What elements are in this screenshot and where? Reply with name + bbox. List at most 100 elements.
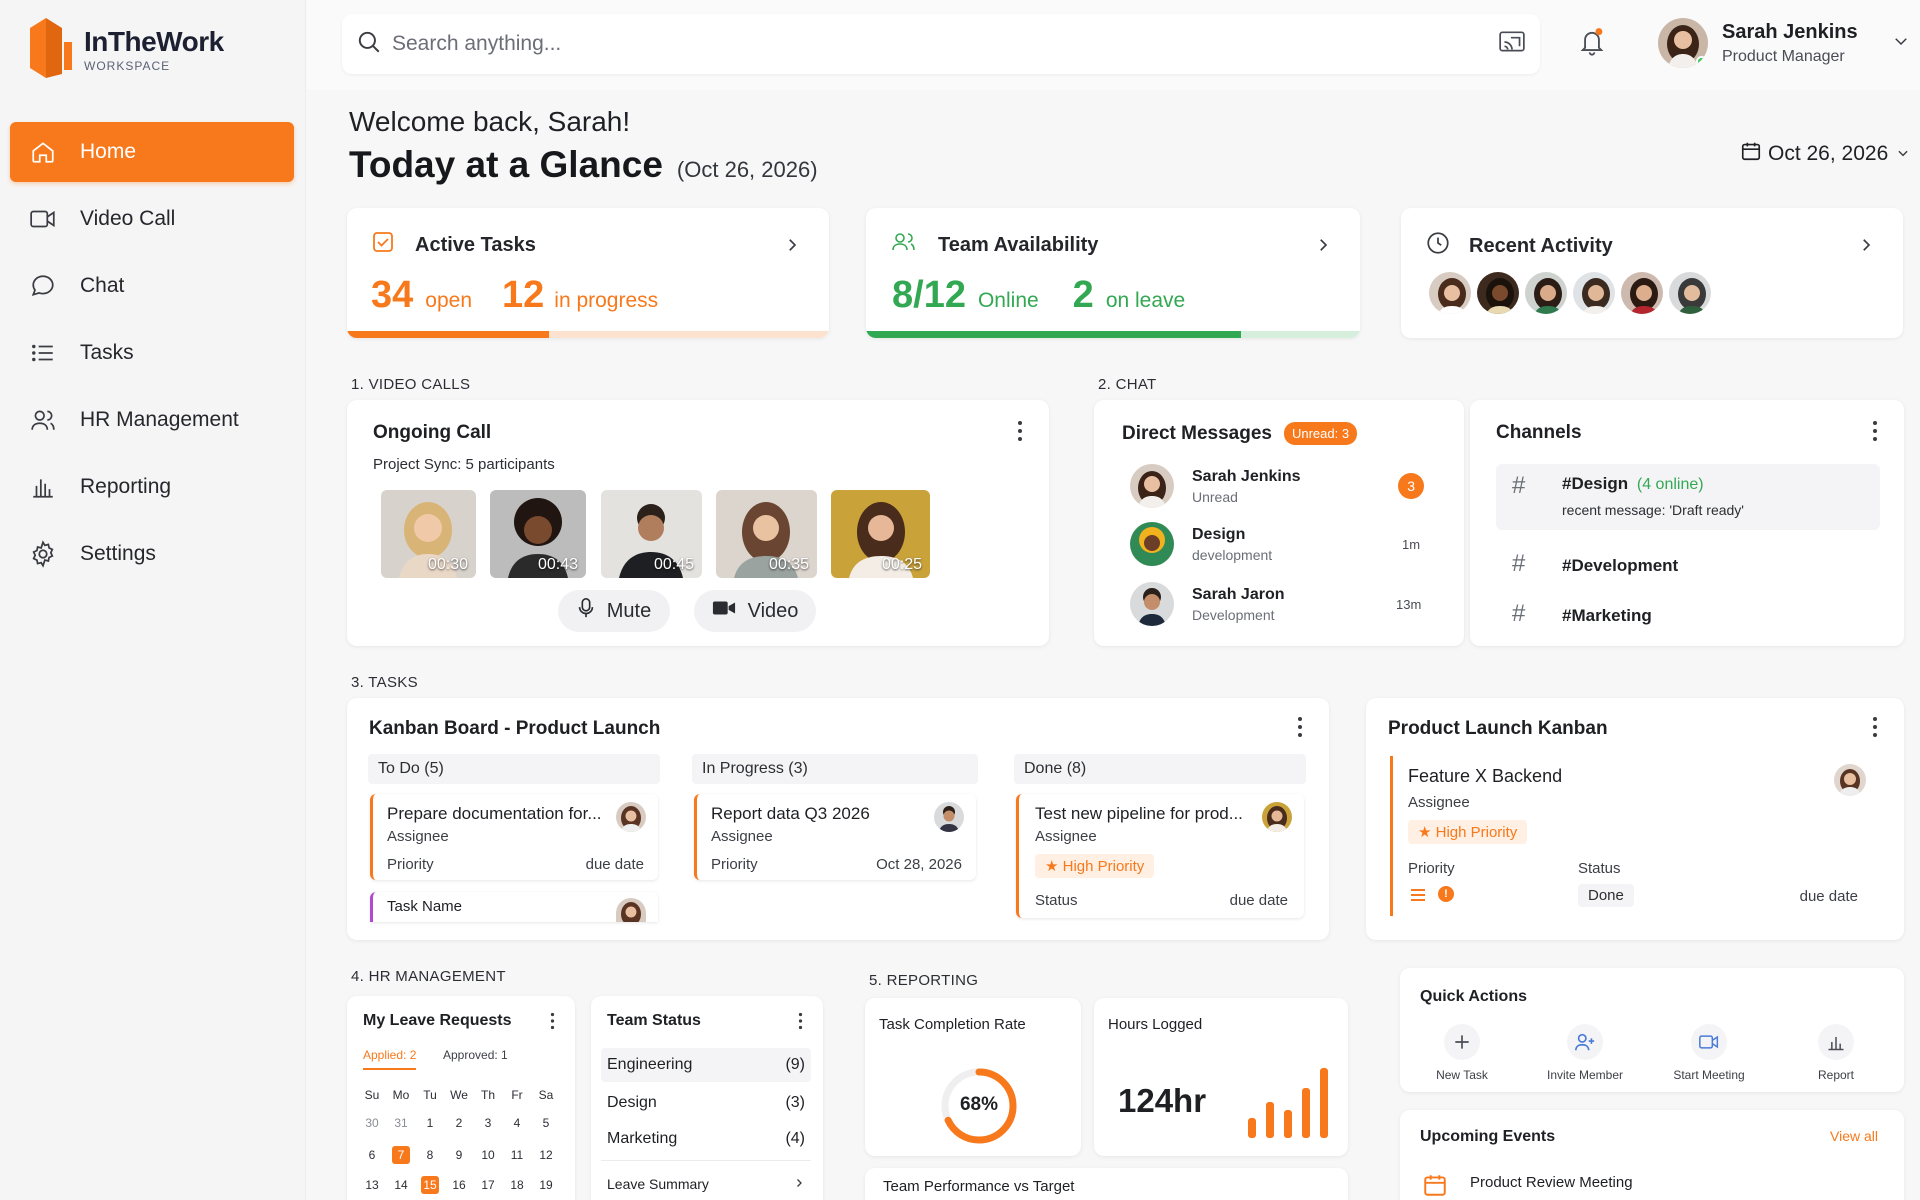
team-row[interactable]: Engineering (9) (607, 1056, 805, 1074)
activity-avatar[interactable] (1523, 270, 1569, 316)
start-meeting-button[interactable]: Start Meeting (1654, 1024, 1764, 1082)
participant-video[interactable]: 00:25 (831, 490, 930, 578)
calendar-day[interactable]: 2 (448, 1114, 470, 1132)
video-toggle-button[interactable]: Video (694, 590, 816, 632)
calendar-day[interactable]: 8 (419, 1146, 441, 1164)
participant-video[interactable]: 00:35 (716, 490, 817, 578)
channel-item-marketing[interactable]: # #Marketing (1496, 594, 1880, 638)
calendar-day[interactable]: 12 (535, 1146, 557, 1164)
nav-item-tasks[interactable]: Tasks (10, 323, 294, 383)
leave-summary-link[interactable]: Leave Summary (607, 1176, 805, 1192)
new-task-button[interactable]: New Task (1414, 1024, 1510, 1082)
task-card[interactable]: Report data Q3 2026 Assignee Priority Oc… (694, 794, 976, 880)
invite-member-button[interactable]: Invite Member (1530, 1024, 1640, 1082)
more-options-icon[interactable] (798, 1012, 803, 1035)
calendar-day[interactable]: 1 (419, 1114, 441, 1132)
task-card[interactable]: Test new pipeline for prod... Assignee ★… (1016, 794, 1304, 918)
tasks-progress-bar (347, 331, 829, 338)
event-title[interactable]: Product Review Meeting (1470, 1174, 1633, 1191)
search-input[interactable] (392, 32, 1292, 56)
top-bar: Sarah Jenkins Product Manager (306, 0, 1920, 90)
team-row[interactable]: Marketing (4) (607, 1130, 805, 1148)
calendar-day[interactable]: 7 (392, 1146, 410, 1164)
mute-label: Mute (606, 599, 652, 622)
microphone-icon (577, 597, 595, 625)
calendar-day[interactable]: 17 (477, 1176, 499, 1194)
report-button[interactable]: Report (1788, 1024, 1884, 1082)
notifications-button[interactable] (1572, 24, 1612, 64)
hours-bar (1248, 1118, 1256, 1138)
activity-avatar[interactable] (1427, 270, 1473, 316)
calendar-day[interactable]: 30 (361, 1114, 383, 1132)
more-options-icon[interactable] (1872, 420, 1878, 447)
completion-value: 68% (959, 1094, 999, 1115)
more-options-icon[interactable] (550, 1012, 555, 1035)
hours-logged-card[interactable]: Hours Logged 124hr (1094, 998, 1348, 1156)
activity-avatar[interactable] (1571, 270, 1617, 316)
app-logo[interactable]: InTheWork WORKSPACE (28, 16, 224, 82)
channel-item-design[interactable]: # #Design (4 online) recent message: 'Dr… (1496, 464, 1880, 530)
status-value[interactable]: Done (1578, 884, 1634, 907)
channel-name: #Development (1562, 556, 1679, 575)
calendar-day[interactable]: 10 (477, 1146, 499, 1164)
cast-screen-button[interactable] (1492, 24, 1532, 64)
calendar-day[interactable]: 14 (390, 1176, 412, 1194)
search-box[interactable] (342, 14, 1540, 74)
dm-row[interactable]: Sarah Jenkins Unread 3 (1130, 464, 1424, 508)
mute-button[interactable]: Mute (558, 590, 670, 632)
activity-avatar[interactable] (1619, 270, 1665, 316)
approved-tab[interactable]: Approved: 1 (443, 1048, 508, 1062)
channels-card: Channels # #Design (4 online) recent mes… (1470, 400, 1904, 646)
applied-tab[interactable]: Applied: 2 (363, 1048, 417, 1070)
calendar-day[interactable]: 4 (506, 1114, 528, 1132)
calendar-day[interactable]: 9 (448, 1146, 470, 1164)
nav-item-settings[interactable]: Settings (10, 524, 294, 584)
dm-name: Design (1192, 525, 1246, 543)
participant-video[interactable]: 00:43 (490, 490, 586, 578)
channel-item-development[interactable]: # #Development (1496, 544, 1880, 588)
on-leave-count: 2 (1072, 274, 1094, 316)
recent-activity-card[interactable]: Recent Activity (1401, 208, 1903, 338)
team-performance-card[interactable]: Team Performance vs Target (865, 1168, 1348, 1200)
user-name: Sarah Jenkins (1722, 20, 1858, 43)
nav-item-home[interactable]: Home (10, 122, 294, 182)
user-menu[interactable]: Sarah Jenkins Product Manager (1658, 18, 1910, 68)
availability-progress-bar (866, 331, 1360, 338)
participant-video[interactable]: 00:30 (381, 490, 476, 578)
calendar-day[interactable]: 5 (535, 1114, 557, 1132)
participant-video[interactable]: 00:45 (601, 490, 702, 578)
video-icon (28, 204, 58, 234)
view-all-link[interactable]: View all (1830, 1128, 1878, 1144)
more-options-icon[interactable] (1297, 716, 1303, 743)
calendar-day[interactable]: 15 (421, 1176, 439, 1194)
dm-name: Sarah Jenkins (1192, 467, 1301, 485)
action-label: New Task (1436, 1068, 1488, 1082)
calendar-day[interactable]: 16 (448, 1176, 470, 1194)
team-availability-card[interactable]: Team Availability 8/12 Online 2 on leave (866, 208, 1360, 338)
task-card[interactable]: Prepare documentation for... Assignee Pr… (370, 794, 658, 880)
calendar-icon (1740, 140, 1762, 168)
nav-item-reporting[interactable]: Reporting (10, 457, 294, 517)
active-tasks-card[interactable]: Active Tasks 34 open 12 in progress (347, 208, 829, 338)
calendar-day[interactable]: 6 (361, 1146, 383, 1164)
nav-item-chat[interactable]: Chat (10, 256, 294, 316)
more-options-icon[interactable] (1872, 716, 1878, 743)
completion-rate-card[interactable]: Task Completion Rate 68% (865, 998, 1081, 1156)
calendar-day[interactable]: 13 (361, 1176, 383, 1194)
date-picker[interactable]: Oct 26, 2026 (1740, 140, 1910, 168)
dm-row[interactable]: Sarah Jaron Development 13m (1130, 582, 1424, 626)
dm-row[interactable]: Design development 1m (1130, 522, 1424, 566)
hours-bar (1284, 1110, 1292, 1138)
more-options-icon[interactable] (1017, 420, 1023, 447)
nav-item-video-call[interactable]: Video Call (10, 189, 294, 249)
activity-avatar[interactable] (1475, 270, 1521, 316)
calendar-day[interactable]: 11 (506, 1146, 528, 1164)
calendar-day[interactable]: 3 (477, 1114, 499, 1132)
calendar-day[interactable]: 18 (506, 1176, 528, 1194)
team-row[interactable]: Design (3) (607, 1094, 805, 1112)
calendar-day[interactable]: 31 (390, 1114, 412, 1132)
nav-item-hr-management[interactable]: HR Management (10, 390, 294, 450)
task-card[interactable]: Task Name (370, 892, 658, 922)
calendar-day[interactable]: 19 (535, 1176, 557, 1194)
activity-avatar[interactable] (1667, 270, 1713, 316)
